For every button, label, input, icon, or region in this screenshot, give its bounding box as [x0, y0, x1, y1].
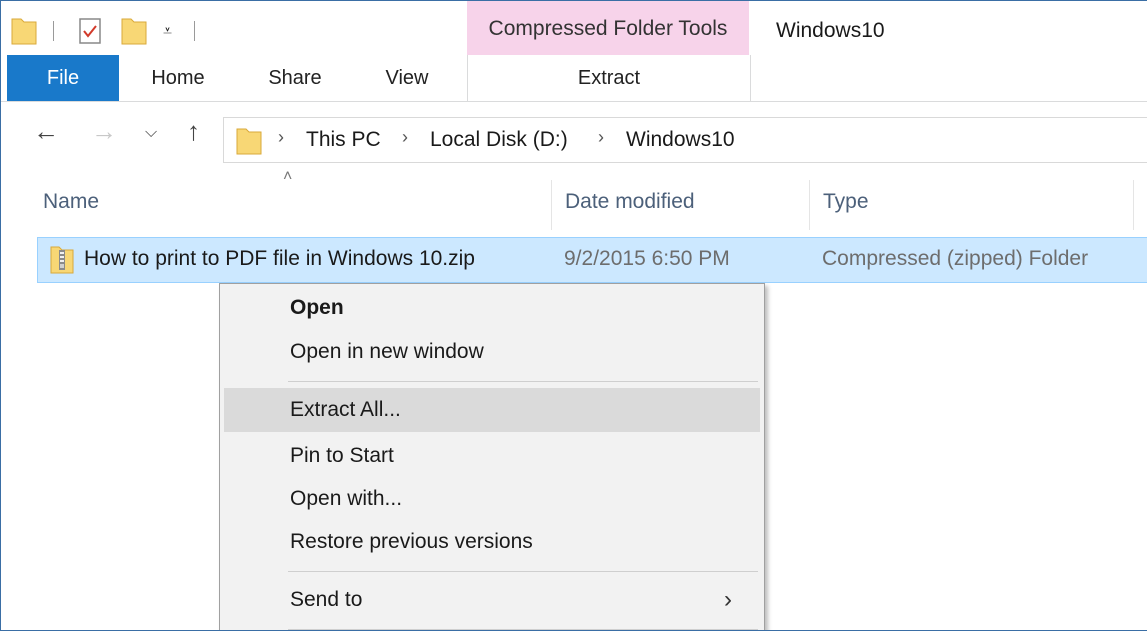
forward-arrow-icon[interactable]: →: [91, 116, 117, 147]
ribbon-tabs: File Home Share View Extract: [1, 55, 1147, 102]
recent-locations-chevron-icon[interactable]: ⌵: [145, 124, 157, 142]
file-name: How to print to PDF file in Windows 10.z…: [84, 247, 475, 270]
menu-item-label: Open in new window: [290, 340, 484, 363]
title-bar: ⩡ Compressed Folder Tools Windows10: [1, 1, 1147, 55]
chevron-right-icon[interactable]: ›: [278, 127, 284, 148]
chevron-right-icon: ›: [724, 586, 732, 613]
file-row-selected[interactable]: How to print to PDF file in Windows 10.z…: [37, 237, 1147, 283]
address-bar[interactable]: › This PC › Local Disk (D:) › Windows10: [223, 117, 1147, 163]
context-tab-header: Compressed Folder Tools: [467, 1, 749, 55]
tab-extract[interactable]: Extract: [467, 55, 751, 101]
folder-icon[interactable]: [11, 15, 37, 45]
menu-item-open-in-new-window[interactable]: Open in new window: [224, 330, 760, 374]
chevron-right-icon[interactable]: ›: [402, 127, 408, 148]
new-folder-icon[interactable]: [121, 15, 147, 45]
back-arrow-icon[interactable]: ←: [33, 116, 59, 147]
menu-item-pin-to-start[interactable]: Pin to Start: [224, 434, 760, 478]
menu-item-open[interactable]: Open: [224, 286, 760, 330]
zip-folder-icon: [50, 246, 74, 274]
tab-home[interactable]: Home: [133, 55, 223, 101]
column-divider[interactable]: [1133, 180, 1134, 230]
column-divider[interactable]: [809, 180, 810, 230]
tab-share[interactable]: Share: [251, 55, 339, 101]
menu-item-send-to[interactable]: Send to ›: [224, 578, 760, 622]
file-explorer-window: ⩡ Compressed Folder Tools Windows10 File…: [0, 0, 1147, 631]
folder-icon: [236, 128, 262, 155]
separator: [194, 21, 195, 41]
menu-item-label: Extract All...: [290, 398, 401, 421]
menu-item-label: Open with...: [290, 487, 403, 510]
menu-item-label: Pin to Start: [290, 444, 394, 467]
properties-icon[interactable]: [79, 18, 101, 44]
tab-file[interactable]: File: [7, 55, 119, 101]
file-date-modified: 9/2/2015 6:50 PM: [564, 247, 730, 270]
customize-quick-access-icon[interactable]: ⩡: [163, 23, 172, 41]
chevron-right-icon[interactable]: ›: [598, 127, 604, 148]
menu-item-open-with[interactable]: Open with...: [224, 477, 760, 521]
column-name[interactable]: Name: [43, 190, 99, 214]
sort-ascending-icon: ˄: [283, 168, 293, 185]
file-type: Compressed (zipped) Folder: [822, 247, 1089, 270]
breadcrumb-windows10[interactable]: Windows10: [626, 128, 735, 152]
context-tab-label: Compressed Folder Tools: [488, 17, 728, 40]
menu-item-label: Open: [290, 296, 344, 319]
window-title: Windows10: [776, 19, 885, 42]
menu-separator: [288, 629, 758, 630]
menu-item-restore-previous-versions[interactable]: Restore previous versions: [224, 520, 760, 564]
up-arrow-icon[interactable]: ↑: [187, 116, 200, 147]
menu-separator: [288, 381, 758, 382]
column-type[interactable]: Type: [823, 190, 869, 214]
menu-item-label: Restore previous versions: [290, 530, 533, 553]
menu-item-label: Send to: [290, 588, 363, 611]
tab-view[interactable]: View: [367, 55, 447, 101]
breadcrumb-this-pc[interactable]: This PC: [306, 128, 381, 152]
menu-separator: [288, 571, 758, 572]
column-date-modified[interactable]: Date modified: [565, 190, 695, 214]
breadcrumb-local-disk[interactable]: Local Disk (D:): [430, 128, 568, 152]
menu-item-extract-all[interactable]: Extract All...: [224, 388, 760, 432]
navigation-bar: ← → ⌵ ↑ › This PC › Local Disk (D:) › Wi…: [1, 102, 1147, 174]
context-menu: Open Open in new window Extract All... P…: [219, 283, 765, 630]
column-divider[interactable]: [551, 180, 552, 230]
separator: [53, 21, 54, 41]
column-headers: ˄ Name Date modified Type: [1, 168, 1147, 232]
